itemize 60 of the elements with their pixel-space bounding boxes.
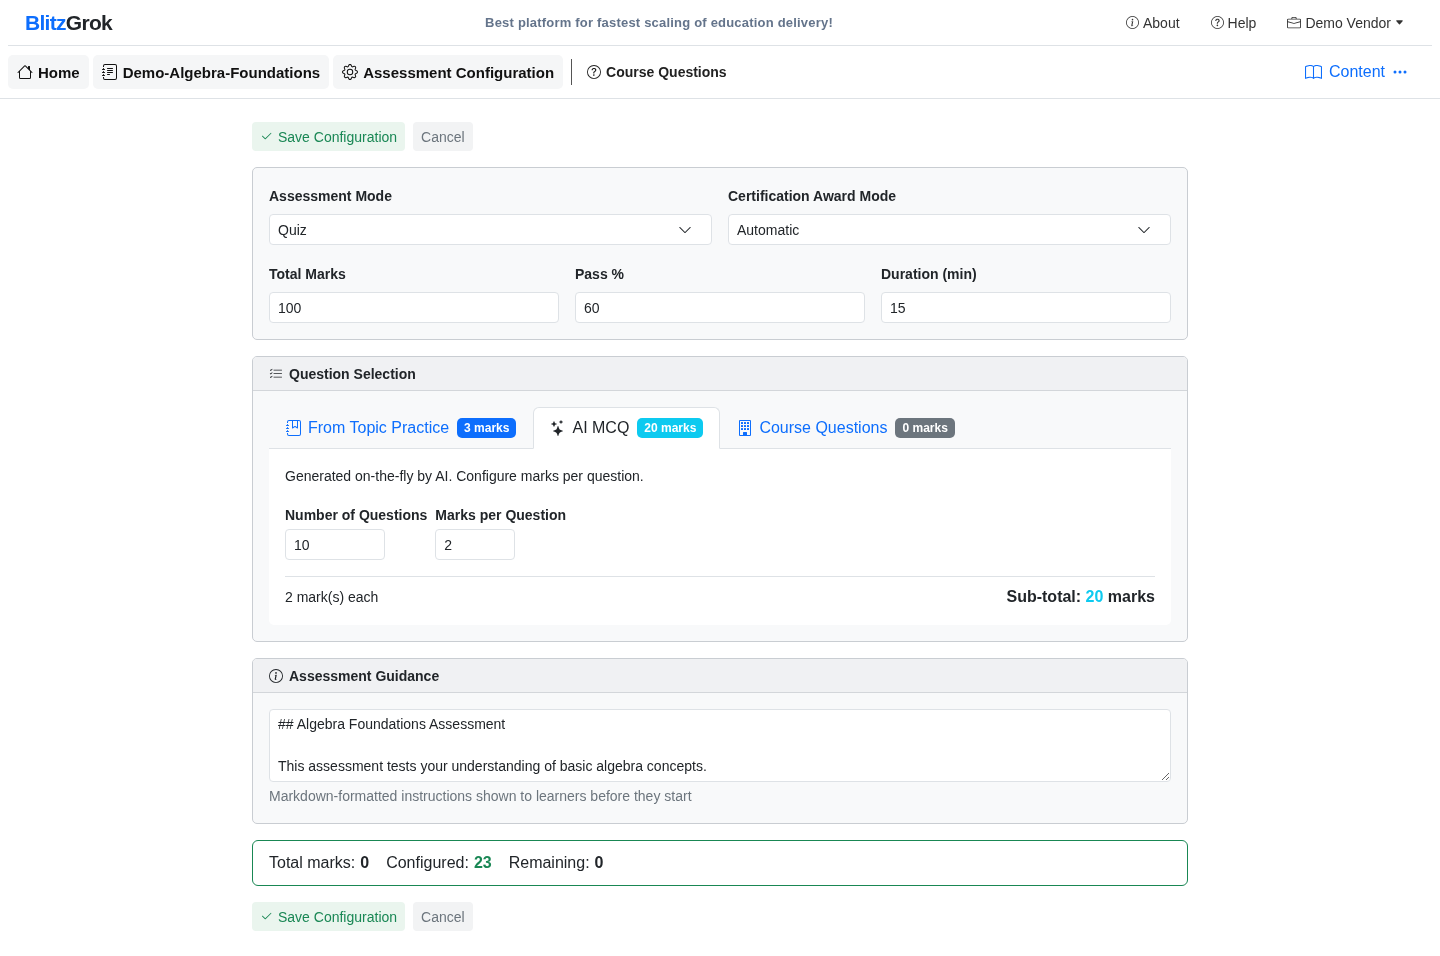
nav-link[interactable]: Course Questions xyxy=(587,64,727,80)
cancel-button[interactable]: Cancel xyxy=(413,122,473,151)
cancel-button[interactable]: Cancel xyxy=(413,902,473,931)
source-tab[interactable]: From Topic Practice 3 marks xyxy=(269,407,534,449)
field-label: Certification Award Mode xyxy=(728,187,898,206)
marks-badge: 20 marks xyxy=(637,418,704,438)
journal-icon xyxy=(101,64,118,80)
marks-badge: 3 marks xyxy=(457,418,517,438)
brand-logo[interactable]: BlitzGrok xyxy=(25,10,113,35)
breadcrumb-button[interactable]: Assessment Configuration xyxy=(333,55,564,89)
input-field[interactable]: 2 xyxy=(435,529,516,560)
list-check-icon xyxy=(269,366,283,381)
select-field[interactable]: Quiz xyxy=(269,214,712,245)
stat-label: Configured: xyxy=(386,854,469,872)
subtotal-text: Sub-total: 20 marks xyxy=(1006,587,1155,607)
save-button[interactable]: Save Configuration xyxy=(252,902,406,931)
account-menu[interactable]: Demo Vendor xyxy=(1287,14,1404,31)
input-field[interactable]: 15 xyxy=(881,292,1171,323)
field-label: Marks per Question xyxy=(435,506,567,525)
card-title: Question Selection xyxy=(289,365,416,382)
breadcrumb-button[interactable]: Demo-Algebra-Foundations xyxy=(92,55,330,89)
panel-description: Generated on-the-fly by AI. Configure marks per question. xyxy=(285,467,645,486)
header-link[interactable]: Help xyxy=(1210,14,1257,31)
field-label: Assessment Mode xyxy=(269,187,393,206)
stat-label: Remaining: xyxy=(508,854,590,872)
caret-icon xyxy=(1395,18,1404,27)
guidance-textarea[interactable]: ## Algebra Foundations Assessment This assessment tests your understanding of basic algebra concepts. xyxy=(269,709,1171,782)
field-label: Duration (min) xyxy=(881,265,978,284)
info-icon xyxy=(1126,16,1139,29)
building-icon xyxy=(737,420,754,436)
stat-value: 0 xyxy=(360,854,370,872)
stat-value: 0 xyxy=(594,854,604,872)
help-icon xyxy=(1210,16,1224,29)
home-icon xyxy=(17,64,33,80)
briefcase-icon xyxy=(1287,15,1302,30)
field-label: Pass % xyxy=(575,265,626,284)
info-icon xyxy=(269,668,283,683)
breadcrumb-button[interactable]: Home xyxy=(8,55,89,89)
marks-note: 2 mark(s) each xyxy=(285,589,379,605)
card-title: Assessment Guidance xyxy=(289,667,440,684)
source-tab[interactable]: Course Questions 0 marks xyxy=(720,407,972,449)
journal-bookmark-icon xyxy=(286,420,302,436)
tagline: Best platform for fastest scaling of education delivery! xyxy=(485,15,833,30)
input-field[interactable]: 60 xyxy=(575,292,865,323)
content-menu[interactable]: Content xyxy=(1304,63,1408,81)
select-field[interactable]: Automatic xyxy=(728,214,1171,245)
stat-value: 23 xyxy=(473,854,492,872)
field-label: Total Marks xyxy=(269,265,347,284)
input-field[interactable]: 100 xyxy=(269,292,559,323)
input-field[interactable]: 10 xyxy=(285,529,385,560)
help-text: Markdown-formatted instructions shown to learners before they start xyxy=(269,787,693,806)
marks-badge: 0 marks xyxy=(895,418,955,438)
save-button[interactable]: Save Configuration xyxy=(252,122,406,151)
book-icon xyxy=(1304,63,1322,81)
field-label: Number of Questions xyxy=(285,506,428,525)
header-link[interactable]: About xyxy=(1126,14,1180,31)
gear-icon xyxy=(342,64,359,80)
help-icon xyxy=(587,65,602,79)
stat-label: Total marks: xyxy=(269,854,356,872)
source-tab[interactable]: AI MCQ 20 marks xyxy=(533,407,721,449)
